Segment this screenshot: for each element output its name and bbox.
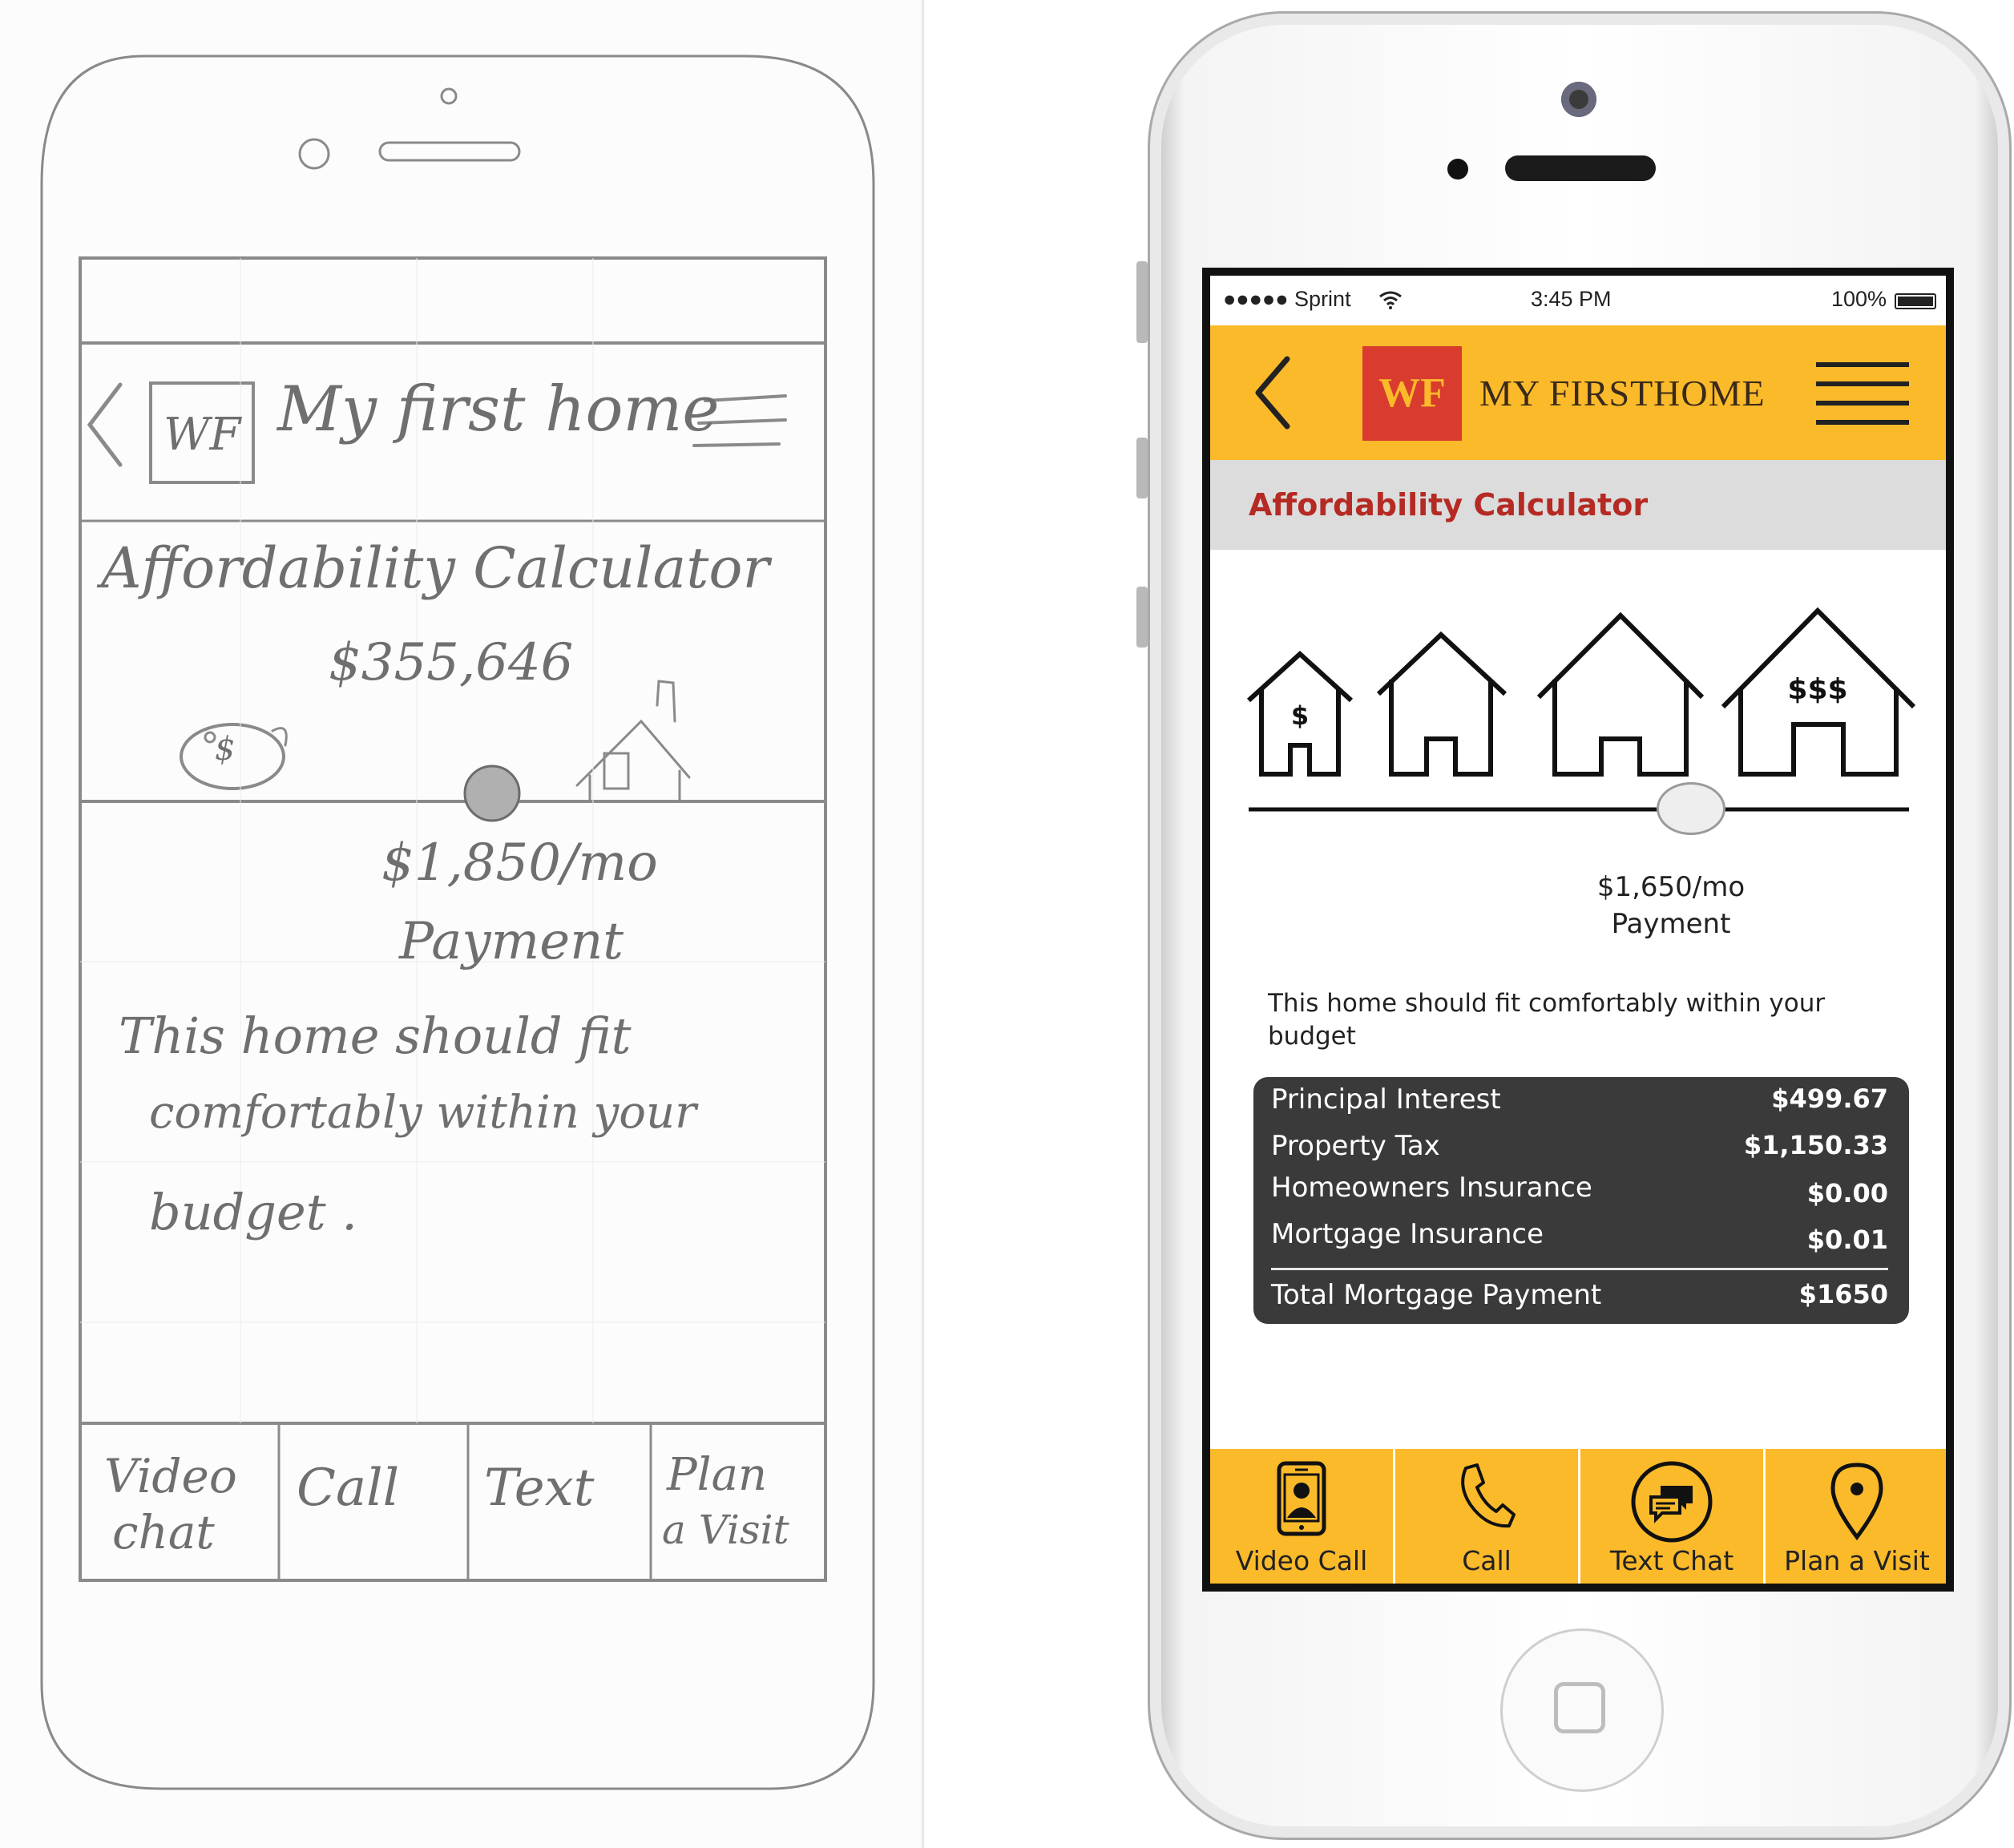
tab-label: Video Call	[1235, 1545, 1368, 1576]
affordability-message: This home should fit comfortably within …	[1268, 989, 1826, 1051]
tab-video-call[interactable]: Video Call	[1210, 1449, 1393, 1584]
breakdown-row: Property Tax $1,150.33	[1271, 1130, 1888, 1170]
total-row: Total Mortgage Payment $1650	[1271, 1279, 1888, 1319]
tab-label: Call	[1462, 1545, 1512, 1576]
section-header: Affordability Calculator	[1210, 460, 1946, 550]
sketch-payment-amount: $1,850/mo	[381, 833, 658, 893]
sketch-header-title: My first home	[277, 373, 720, 446]
breakdown-value: $499.67	[1771, 1083, 1888, 1114]
earpiece-speaker	[1505, 155, 1656, 181]
house-label-low: $	[1291, 700, 1309, 731]
wf-logo: WF	[1362, 346, 1462, 441]
sketch-tab-plan-line1: Plan	[667, 1449, 768, 1501]
breakdown-row: Principal Interest $499.67	[1271, 1083, 1888, 1124]
medium-house-icon	[1376, 631, 1507, 777]
sketch-message-line-2: comfortably within your	[149, 1087, 696, 1139]
sketch-tab-video-line2: chat	[112, 1505, 215, 1560]
breakdown-label: Mortgage Insurance	[1271, 1218, 1544, 1250]
chevron-left-icon	[1255, 356, 1290, 430]
back-button[interactable]	[1245, 348, 1310, 438]
house-label-high: $$$	[1787, 673, 1847, 706]
hamburger-menu-button[interactable]	[1816, 361, 1909, 428]
home-square-icon	[1554, 1682, 1605, 1733]
sketch-logo: WF	[163, 409, 241, 461]
breakdown-label: Principal Interest	[1271, 1083, 1501, 1116]
breakdown-row: Mortgage Insurance $0.01	[1271, 1218, 1888, 1258]
app-title: MY FIRSTHOME	[1479, 373, 1766, 414]
battery-icon	[1895, 293, 1936, 309]
sketch-message-line-1: This home should fit	[119, 1007, 632, 1065]
sketch-section-title: Affordability Calculator	[101, 535, 770, 601]
phone-icon	[1461, 1463, 1516, 1528]
home-price-slider[interactable]: $ $$$	[1210, 550, 1946, 862]
tab-label: Plan a Visit	[1784, 1545, 1930, 1576]
sketch-tab-plan-line2: a Visit	[662, 1507, 789, 1553]
payment-label: Payment	[1611, 908, 1731, 940]
slider-thumb[interactable]	[1657, 782, 1726, 835]
mute-switch	[1136, 261, 1148, 343]
breakdown-value: $1,150.33	[1743, 1130, 1888, 1160]
proximity-sensor	[1447, 159, 1468, 180]
payment-amount: $1,650/mo	[1596, 871, 1746, 903]
carrier-label: ●●●●● Sprint	[1223, 287, 1351, 311]
breakdown-divider	[1271, 1268, 1888, 1270]
sketch-tab-text: Text	[484, 1459, 595, 1518]
sketch-piggy-bank-dollar: $	[215, 731, 236, 768]
status-bar: ●●●●● Sprint 3:45 PM 100%	[1210, 276, 1946, 325]
total-value: $1650	[1798, 1279, 1888, 1309]
sketch-tab-video-line1: Video	[104, 1449, 237, 1503]
wifi-icon	[1379, 291, 1402, 309]
page-title: Affordability Calculator	[1249, 487, 1649, 523]
tab-label: Text Chat	[1609, 1545, 1734, 1576]
tab-plan-a-visit[interactable]: Plan a Visit	[1766, 1449, 1946, 1584]
chat-bubbles-icon	[1631, 1461, 1713, 1543]
home-button[interactable]	[1500, 1628, 1664, 1792]
breakdown-value: $0.01	[1806, 1225, 1888, 1255]
battery-percent: 100%	[1830, 287, 1887, 311]
monthly-payment: $1,650/mo Payment	[1531, 869, 1811, 942]
volume-down-button	[1136, 587, 1148, 648]
clock: 3:45 PM	[1531, 287, 1612, 311]
sketch-tab-call: Call	[297, 1459, 400, 1518]
tab-text-chat[interactable]: Text Chat	[1580, 1449, 1763, 1584]
app-screen: ●●●●● Sprint 3:45 PM 100% WF MY FIRSTHOM…	[1202, 268, 1954, 1592]
sketch-amount: $355,646	[329, 633, 574, 692]
sketch-payment-label: Payment	[399, 912, 624, 971]
video-call-icon	[1277, 1461, 1326, 1536]
large-house-icon	[1536, 611, 1705, 777]
front-camera	[1561, 82, 1596, 117]
wireframe-sketch: WF My first home Affordability Calculato…	[0, 0, 924, 1848]
sketch-slider-knob	[463, 765, 521, 822]
tab-call[interactable]: Call	[1395, 1449, 1578, 1584]
breakdown-value: $0.00	[1806, 1178, 1888, 1208]
breakdown-label: Property Tax	[1271, 1130, 1440, 1162]
payment-breakdown: Principal Interest $499.67 Property Tax …	[1253, 1077, 1909, 1324]
map-pin-icon	[1830, 1463, 1883, 1540]
sketch-message-line-3: budget .	[149, 1183, 358, 1241]
total-label: Total Mortgage Payment	[1271, 1279, 1602, 1311]
bottom-tab-bar: Video Call Call Text Chat Plan a Visit	[1210, 1449, 1946, 1584]
breakdown-row: Homeowners Insurance $0.00	[1271, 1172, 1888, 1212]
volume-up-button	[1136, 438, 1148, 498]
app-header: WF MY FIRSTHOME	[1210, 325, 1946, 460]
breakdown-label: Homeowners Insurance	[1271, 1172, 1592, 1204]
